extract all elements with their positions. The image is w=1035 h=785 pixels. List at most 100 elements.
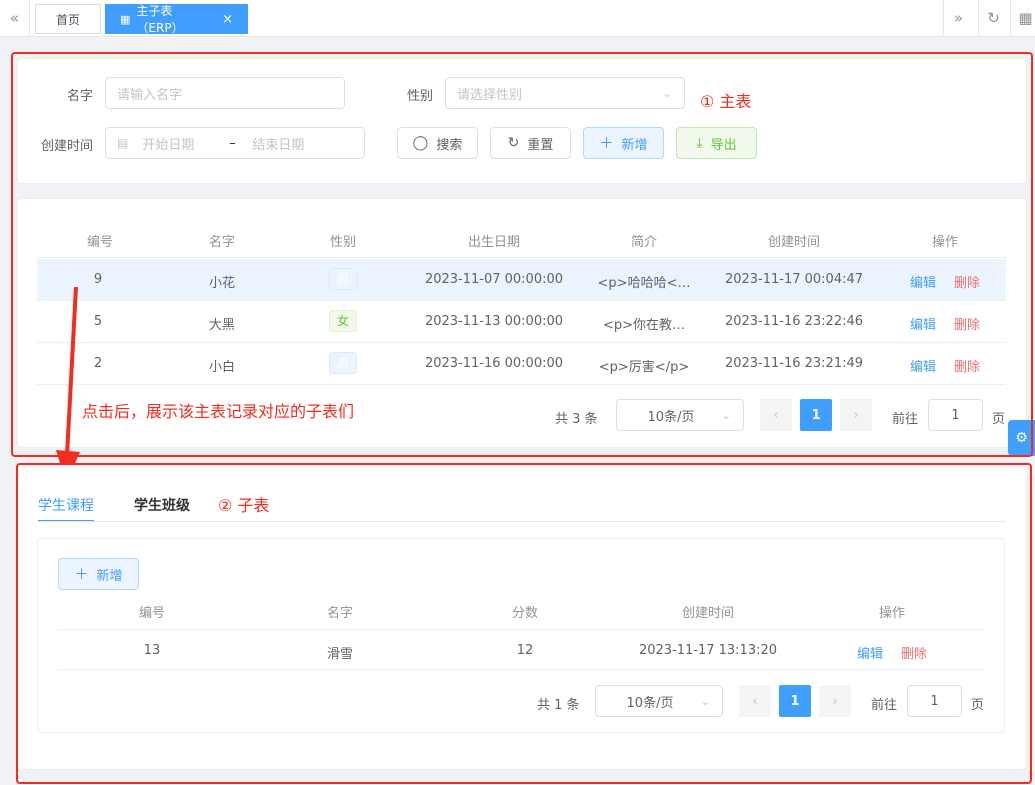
- goto-label: 前往: [892, 412, 919, 427]
- page-number[interactable]: 1: [800, 399, 832, 431]
- sub-col-header-created: 创建时间: [681, 606, 734, 621]
- chevron-down-icon: ⌄: [662, 86, 672, 100]
- col-header-name: 名字: [208, 235, 235, 250]
- page-unit-label: 页: [992, 412, 1006, 427]
- sub-cell-name: 滑雪: [326, 647, 353, 662]
- edit-link[interactable]: 编辑: [910, 276, 936, 291]
- sub-add-button[interactable]: ＋ 新增: [58, 558, 139, 590]
- cell-created: 2023-11-17 00:04:47: [724, 272, 864, 287]
- refresh-icon: ↻: [507, 135, 520, 151]
- scroll-right-icon[interactable]: »: [943, 0, 973, 36]
- search-button-label: 搜索: [436, 137, 463, 153]
- cell-sex: 女: [303, 310, 383, 332]
- search-button[interactable]: ◯ 搜索: [397, 127, 478, 159]
- cell-birthday: 2023-11-16 00:00:00: [424, 356, 564, 371]
- sex-label: 性别: [406, 89, 433, 104]
- tab-master-detail[interactable]: ▦ 主子表（ERP） ×: [105, 4, 248, 35]
- cell-name: 大黑: [208, 318, 235, 333]
- sub-page-unit-label: 页: [971, 698, 985, 713]
- col-header-sex: 性别: [329, 235, 356, 250]
- delete-link[interactable]: 删除: [954, 276, 980, 291]
- cell-actions: 编辑 删除: [895, 356, 995, 375]
- col-header-desc: 简介: [630, 235, 657, 250]
- edit-link[interactable]: 编辑: [857, 647, 883, 662]
- sub-goto-page-input[interactable]: 1: [907, 685, 962, 717]
- sex-tag: 女: [328, 310, 357, 332]
- created-label: 创建时间: [40, 139, 93, 154]
- sub-cell-score: 12: [516, 643, 534, 658]
- cell-desc: <p>你在教…: [602, 318, 686, 333]
- date-range-picker[interactable]: ▤ 开始日期 – 结束日期: [105, 127, 365, 159]
- calendar-icon: ▤: [117, 136, 129, 150]
- cell-name: 小白: [208, 360, 235, 375]
- sex-tag: 男: [328, 352, 357, 374]
- chevron-down-icon: ⌄: [700, 694, 710, 708]
- name-input[interactable]: 请输入名字: [105, 77, 345, 109]
- tabs-divider: [38, 521, 1006, 522]
- sub-cell-id: 13: [143, 643, 161, 658]
- export-button[interactable]: ⤓ 导出: [676, 127, 757, 159]
- prev-page-button[interactable]: ‹: [760, 399, 792, 431]
- cell-created: 2023-11-16 23:21:49: [724, 356, 864, 371]
- refresh-icon[interactable]: ↻: [978, 0, 1008, 36]
- annotation-hint: 点击后，展示该主表记录对应的子表们: [82, 402, 355, 421]
- tab-student-class[interactable]: 学生班级: [134, 495, 190, 515]
- tags-view-bar: « 首页 ▦ 主子表（ERP） × » ↻ ▦: [0, 0, 1035, 37]
- delete-link[interactable]: 删除: [954, 360, 980, 375]
- sub-pagination-total: 共 1 条: [537, 698, 580, 713]
- sub-page-number[interactable]: 1: [779, 685, 811, 717]
- pagination-total: 共 3 条: [555, 412, 598, 427]
- start-date-placeholder: 开始日期: [142, 137, 195, 153]
- cell-birthday: 2023-11-13 00:00:00: [424, 314, 564, 329]
- delete-link[interactable]: 删除: [954, 318, 980, 333]
- sub-col-header-name: 名字: [326, 606, 353, 621]
- cell-created: 2023-11-16 23:22:46: [724, 314, 864, 329]
- sub-cell-created: 2023-11-17 13:13:20: [638, 643, 778, 658]
- cell-name: 小花: [208, 276, 235, 291]
- goto-page-input[interactable]: 1: [928, 399, 983, 431]
- page-size-value: 10条/页: [647, 409, 695, 425]
- tab-master-detail-label: 主子表（ERP）: [136, 4, 184, 35]
- cell-desc: <p>哈哈哈<…: [597, 276, 691, 291]
- sub-col-header-id: 编号: [138, 606, 165, 621]
- sex-tag: 男: [328, 268, 357, 290]
- sex-select[interactable]: 请选择性别 ⌄: [445, 77, 685, 109]
- download-icon: ⤓: [696, 135, 703, 151]
- cell-sex: 男: [303, 352, 383, 374]
- sub-next-page-button[interactable]: ›: [819, 685, 851, 717]
- add-button-label: 新增: [621, 137, 648, 153]
- annotation-sub-table: ② 子表: [218, 496, 270, 515]
- delete-link[interactable]: 删除: [901, 647, 927, 662]
- sub-page-size-select[interactable]: 10条/页 ⌄: [595, 685, 723, 717]
- plus-icon: ＋: [599, 136, 614, 152]
- col-header-created: 创建时间: [767, 235, 820, 250]
- tab-home[interactable]: 首页: [35, 4, 101, 34]
- close-icon[interactable]: ×: [222, 12, 233, 27]
- sub-goto-label: 前往: [871, 698, 898, 713]
- reset-button[interactable]: ↻ 重置: [490, 127, 571, 159]
- edit-link[interactable]: 编辑: [910, 318, 936, 333]
- end-date-placeholder: 结束日期: [252, 137, 305, 153]
- col-header-id: 编号: [86, 235, 113, 250]
- sub-col-header-actions: 操作: [878, 606, 905, 621]
- name-placeholder: 请输入名字: [117, 87, 183, 103]
- scroll-left-icon[interactable]: «: [0, 0, 30, 36]
- sub-add-button-label: 新增: [96, 568, 123, 584]
- cell-desc: <p>厉害</p>: [598, 360, 690, 375]
- grid-menu-icon[interactable]: ▦: [1010, 0, 1035, 36]
- sub-page-size-value: 10条/页: [626, 695, 674, 711]
- calendar-icon: ▦: [120, 12, 131, 26]
- page-size-select[interactable]: 10条/页 ⌄: [616, 399, 744, 431]
- add-button[interactable]: ＋ 新增: [583, 127, 664, 159]
- tab-student-course[interactable]: 学生课程: [38, 495, 94, 515]
- chevron-down-icon: ⌄: [721, 408, 731, 422]
- tab-home-label: 首页: [55, 12, 80, 27]
- export-button-label: 导出: [710, 137, 737, 153]
- settings-gear-icon[interactable]: ⚙: [1008, 420, 1035, 456]
- annotation-arrow: [56, 286, 80, 483]
- sub-prev-page-button[interactable]: ‹: [739, 685, 771, 717]
- cell-actions: 编辑 删除: [895, 314, 995, 333]
- edit-link[interactable]: 编辑: [910, 360, 936, 375]
- next-page-button[interactable]: ›: [840, 399, 872, 431]
- sub-col-header-score: 分数: [511, 606, 538, 621]
